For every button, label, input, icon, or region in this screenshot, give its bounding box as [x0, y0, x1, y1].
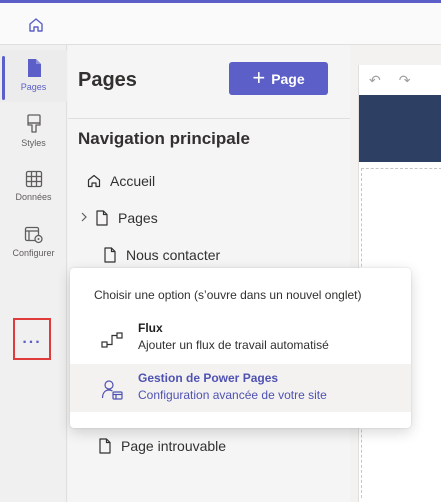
option-description: Ajouter un flux de travail automatisé: [138, 338, 329, 352]
left-rail: Pages Styles Données Configurer ...: [0, 45, 67, 502]
canvas-toolbar: ↶ ↷: [359, 65, 441, 95]
page-icon: [95, 436, 115, 456]
chevron-right-icon[interactable]: [76, 211, 92, 225]
rail-item-styles[interactable]: Styles: [0, 106, 67, 158]
option-title: Gestion de Power Pages: [138, 371, 279, 385]
rail-item-label: Configurer: [12, 248, 55, 258]
section-title: Navigation principale: [78, 129, 250, 148]
ellipsis-icon: ...: [22, 330, 42, 347]
rail-item-label: Styles: [21, 138, 46, 148]
panel-title: Pages: [78, 69, 137, 91]
rail-item-configure[interactable]: Configurer: [0, 218, 67, 270]
page-icon: [92, 208, 112, 228]
plus-icon: +: [252, 64, 266, 90]
undo-icon[interactable]: ↶: [369, 72, 381, 89]
page-icon: [100, 245, 120, 265]
redo-icon[interactable]: ↷: [399, 72, 411, 89]
nav-item-pages[interactable]: Pages: [76, 206, 158, 230]
table-icon: [25, 170, 42, 188]
nav-item-contact[interactable]: Nous contacter: [100, 243, 220, 267]
option-description: Configuration avancée de votre site: [138, 388, 327, 402]
option-power-pages-management[interactable]: Gestion de Power Pages Configuration ava…: [70, 364, 411, 412]
nav-item-not-found[interactable]: Page introuvable: [95, 434, 226, 458]
site-header-preview: [359, 95, 441, 162]
rail-item-label: Données: [15, 192, 52, 202]
nav-item-label: Page introuvable: [121, 438, 227, 454]
nav-item-label: Accueil: [110, 173, 156, 189]
home-icon: [29, 18, 43, 32]
nav-item-home[interactable]: Accueil: [84, 169, 155, 193]
page-icon: [27, 59, 41, 77]
more-options-flyout: Choisir une option (s’ouvre dans un nouv…: [70, 268, 411, 428]
more-options-button[interactable]: ...: [13, 318, 51, 360]
option-title: Flux: [138, 321, 163, 335]
option-flow[interactable]: Flux Ajouter un flux de travail automati…: [70, 314, 411, 362]
home-icon: [84, 171, 104, 191]
home-button[interactable]: [24, 13, 48, 37]
divider: [68, 118, 350, 119]
nav-item-label: Nous contacter: [126, 247, 221, 263]
rail-item-data[interactable]: Données: [0, 162, 67, 214]
top-bar: [0, 0, 441, 45]
flyout-header: Choisir une option (s’ouvre dans un nouv…: [94, 288, 362, 302]
flow-icon: [100, 328, 124, 352]
brush-icon: [26, 114, 41, 133]
rail-item-label: Pages: [20, 82, 47, 92]
add-page-button[interactable]: + Page: [229, 62, 328, 95]
settings-window-icon: [24, 226, 43, 244]
portal-management-icon: [100, 378, 124, 402]
add-page-label: Page: [271, 70, 305, 87]
nav-item-label: Pages: [118, 210, 158, 226]
rail-item-pages[interactable]: Pages: [0, 50, 67, 102]
